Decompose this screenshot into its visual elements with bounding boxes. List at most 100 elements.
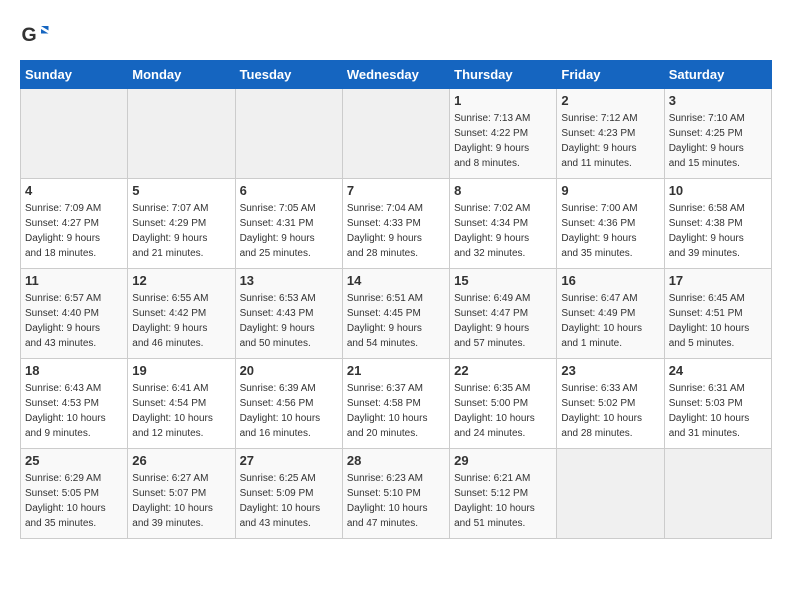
logo: G xyxy=(20,20,54,50)
day-info: Sunrise: 7:00 AM Sunset: 4:36 PM Dayligh… xyxy=(561,201,659,261)
calendar-cell: 26 Sunrise: 6:27 AM Sunset: 5:07 PM Dayli… xyxy=(128,449,235,539)
calendar-week-row: 18Sunrise: 6:43 AM Sunset: 4:53 PM Dayli… xyxy=(21,359,772,449)
calendar-cell: 25 Sunrise: 6:29 AM Sunset: 5:05 PM Dayli… xyxy=(21,449,128,539)
day-of-week-header: Saturday xyxy=(664,61,771,89)
logo-icon: G xyxy=(20,20,50,50)
day-info: Sunrise: 6:27 AM Sunset: 5:07 PM Dayligh… xyxy=(132,471,230,531)
calendar-cell: 23 Sunrise: 6:33 AM Sunset: 5:02 PM Dayli… xyxy=(557,359,664,449)
day-of-week-header: Friday xyxy=(557,61,664,89)
calendar-header-row: SundayMondayTuesdayWednesdayThursdayFrid… xyxy=(21,61,772,89)
calendar-cell: 24 Sunrise: 6:31 AM Sunset: 5:03 PM Dayli… xyxy=(664,359,771,449)
day-info: Sunrise: 6:35 AM Sunset: 5:00 PM Dayligh… xyxy=(454,381,552,441)
day-number: 3 xyxy=(669,93,767,108)
day-of-week-header: Sunday xyxy=(21,61,128,89)
calendar-cell: 22 Sunrise: 6:35 AM Sunset: 5:00 PM Dayli… xyxy=(450,359,557,449)
calendar-cell: 12 Sunrise: 6:55 AM Sunset: 4:42 PM Dayli… xyxy=(128,269,235,359)
calendar-cell: 5 Sunrise: 7:07 AM Sunset: 4:29 PM Daylig… xyxy=(128,179,235,269)
day-number: 22 xyxy=(454,363,552,378)
day-info: Sunrise: 6:51 AM Sunset: 4:45 PM Dayligh… xyxy=(347,291,445,351)
page-header: G xyxy=(20,20,772,50)
calendar-cell: 16 Sunrise: 6:47 AM Sunset: 4:49 PM Dayli… xyxy=(557,269,664,359)
calendar-cell: 13 Sunrise: 6:53 AM Sunset: 4:43 PM Dayli… xyxy=(235,269,342,359)
day-info: Sunrise: 7:09 AM Sunset: 4:27 PM Dayligh… xyxy=(25,201,123,261)
day-info: Sunrise: 6:33 AM Sunset: 5:02 PM Dayligh… xyxy=(561,381,659,441)
day-number: 16 xyxy=(561,273,659,288)
day-number: 11 xyxy=(25,273,123,288)
day-number: 28 xyxy=(347,453,445,468)
calendar-week-row: 25 Sunrise: 6:29 AM Sunset: 5:05 PM Dayli… xyxy=(21,449,772,539)
calendar-cell: 1Sunrise: 7:13 AM Sunset: 4:22 PM Daylig… xyxy=(450,89,557,179)
day-info: Sunrise: 6:55 AM Sunset: 4:42 PM Dayligh… xyxy=(132,291,230,351)
calendar-cell xyxy=(664,449,771,539)
calendar-cell: 8 Sunrise: 7:02 AM Sunset: 4:34 PM Daylig… xyxy=(450,179,557,269)
day-of-week-header: Monday xyxy=(128,61,235,89)
calendar-cell: 28 Sunrise: 6:23 AM Sunset: 5:10 PM Dayli… xyxy=(342,449,449,539)
calendar-week-row: 11 Sunrise: 6:57 AM Sunset: 4:40 PM Dayli… xyxy=(21,269,772,359)
calendar-cell xyxy=(128,89,235,179)
calendar-cell: 15 Sunrise: 6:49 AM Sunset: 4:47 PM Dayli… xyxy=(450,269,557,359)
calendar-cell: 20Sunrise: 6:39 AM Sunset: 4:56 PM Dayli… xyxy=(235,359,342,449)
day-info: Sunrise: 6:45 AM Sunset: 4:51 PM Dayligh… xyxy=(669,291,767,351)
day-info: Sunrise: 6:57 AM Sunset: 4:40 PM Dayligh… xyxy=(25,291,123,351)
day-number: 26 xyxy=(132,453,230,468)
day-number: 13 xyxy=(240,273,338,288)
day-info: Sunrise: 7:02 AM Sunset: 4:34 PM Dayligh… xyxy=(454,201,552,261)
calendar-week-row: 4Sunrise: 7:09 AM Sunset: 4:27 PM Daylig… xyxy=(21,179,772,269)
calendar-cell: 3Sunrise: 7:10 AM Sunset: 4:25 PM Daylig… xyxy=(664,89,771,179)
day-info: Sunrise: 6:47 AM Sunset: 4:49 PM Dayligh… xyxy=(561,291,659,351)
calendar-cell: 10 Sunrise: 6:58 AM Sunset: 4:38 PM Dayli… xyxy=(664,179,771,269)
day-number: 24 xyxy=(669,363,767,378)
day-number: 27 xyxy=(240,453,338,468)
calendar-cell: 6 Sunrise: 7:05 AM Sunset: 4:31 PM Daylig… xyxy=(235,179,342,269)
calendar-table: SundayMondayTuesdayWednesdayThursdayFrid… xyxy=(20,60,772,539)
day-info: Sunrise: 6:25 AM Sunset: 5:09 PM Dayligh… xyxy=(240,471,338,531)
calendar-cell xyxy=(342,89,449,179)
day-info: Sunrise: 6:49 AM Sunset: 4:47 PM Dayligh… xyxy=(454,291,552,351)
day-info: Sunrise: 6:58 AM Sunset: 4:38 PM Dayligh… xyxy=(669,201,767,261)
day-number: 18 xyxy=(25,363,123,378)
calendar-cell xyxy=(21,89,128,179)
day-info: Sunrise: 6:31 AM Sunset: 5:03 PM Dayligh… xyxy=(669,381,767,441)
day-of-week-header: Tuesday xyxy=(235,61,342,89)
day-number: 9 xyxy=(561,183,659,198)
day-number: 15 xyxy=(454,273,552,288)
calendar-cell: 7Sunrise: 7:04 AM Sunset: 4:33 PM Daylig… xyxy=(342,179,449,269)
calendar-cell: 11 Sunrise: 6:57 AM Sunset: 4:40 PM Dayli… xyxy=(21,269,128,359)
day-info: Sunrise: 7:12 AM Sunset: 4:23 PM Dayligh… xyxy=(561,111,659,171)
day-number: 5 xyxy=(132,183,230,198)
day-info: Sunrise: 7:05 AM Sunset: 4:31 PM Dayligh… xyxy=(240,201,338,261)
calendar-cell: 21 Sunrise: 6:37 AM Sunset: 4:58 PM Dayli… xyxy=(342,359,449,449)
calendar-cell: 17 Sunrise: 6:45 AM Sunset: 4:51 PM Dayli… xyxy=(664,269,771,359)
day-number: 17 xyxy=(669,273,767,288)
day-number: 6 xyxy=(240,183,338,198)
day-info: Sunrise: 6:37 AM Sunset: 4:58 PM Dayligh… xyxy=(347,381,445,441)
calendar-cell xyxy=(557,449,664,539)
calendar-cell: 27 Sunrise: 6:25 AM Sunset: 5:09 PM Dayli… xyxy=(235,449,342,539)
svg-text:G: G xyxy=(22,24,37,46)
day-of-week-header: Wednesday xyxy=(342,61,449,89)
day-number: 25 xyxy=(25,453,123,468)
day-number: 1 xyxy=(454,93,552,108)
day-of-week-header: Thursday xyxy=(450,61,557,89)
calendar-cell xyxy=(235,89,342,179)
day-info: Sunrise: 7:04 AM Sunset: 4:33 PM Dayligh… xyxy=(347,201,445,261)
calendar-cell: 18Sunrise: 6:43 AM Sunset: 4:53 PM Dayli… xyxy=(21,359,128,449)
day-info: Sunrise: 6:53 AM Sunset: 4:43 PM Dayligh… xyxy=(240,291,338,351)
day-number: 12 xyxy=(132,273,230,288)
day-info: Sunrise: 6:29 AM Sunset: 5:05 PM Dayligh… xyxy=(25,471,123,531)
calendar-cell: 9 Sunrise: 7:00 AM Sunset: 4:36 PM Daylig… xyxy=(557,179,664,269)
calendar-week-row: 1Sunrise: 7:13 AM Sunset: 4:22 PM Daylig… xyxy=(21,89,772,179)
day-number: 14 xyxy=(347,273,445,288)
calendar-cell: 29Sunrise: 6:21 AM Sunset: 5:12 PM Dayli… xyxy=(450,449,557,539)
day-number: 21 xyxy=(347,363,445,378)
day-number: 29 xyxy=(454,453,552,468)
day-number: 23 xyxy=(561,363,659,378)
day-info: Sunrise: 6:23 AM Sunset: 5:10 PM Dayligh… xyxy=(347,471,445,531)
day-info: Sunrise: 7:07 AM Sunset: 4:29 PM Dayligh… xyxy=(132,201,230,261)
day-number: 19 xyxy=(132,363,230,378)
calendar-body: 1Sunrise: 7:13 AM Sunset: 4:22 PM Daylig… xyxy=(21,89,772,539)
day-number: 2 xyxy=(561,93,659,108)
day-number: 8 xyxy=(454,183,552,198)
day-number: 10 xyxy=(669,183,767,198)
calendar-cell: 19Sunrise: 6:41 AM Sunset: 4:54 PM Dayli… xyxy=(128,359,235,449)
